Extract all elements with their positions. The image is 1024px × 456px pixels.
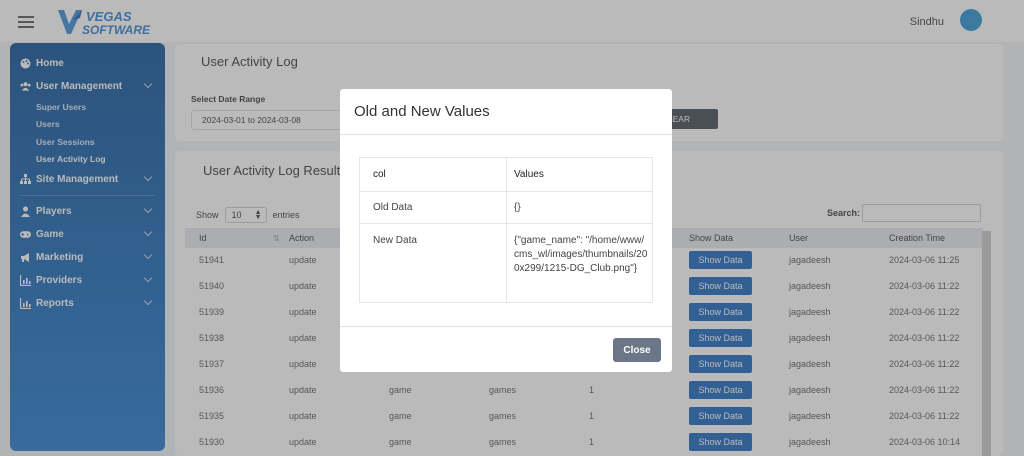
old-data-label: Old Data [373,202,413,213]
modal-title: Old and New Values [354,103,490,120]
table-row-divider [360,191,652,192]
modal-divider [340,134,672,135]
col-header: col [373,169,386,180]
old-data-value: {} [514,202,521,213]
values-header: Values [514,169,544,180]
table-column-divider [506,158,507,302]
new-data-value: {"game_name": "/home/www/cms_wl/images/t… [514,235,648,274]
close-button[interactable]: Close [613,338,661,362]
table-row-divider [360,223,652,224]
values-table: col Values Old Data {} New Data {"game_n… [359,157,653,303]
new-data-label: New Data [373,235,417,246]
values-modal: Old and New Values col Values Old Data {… [340,89,672,372]
modal-footer-divider [340,326,672,327]
